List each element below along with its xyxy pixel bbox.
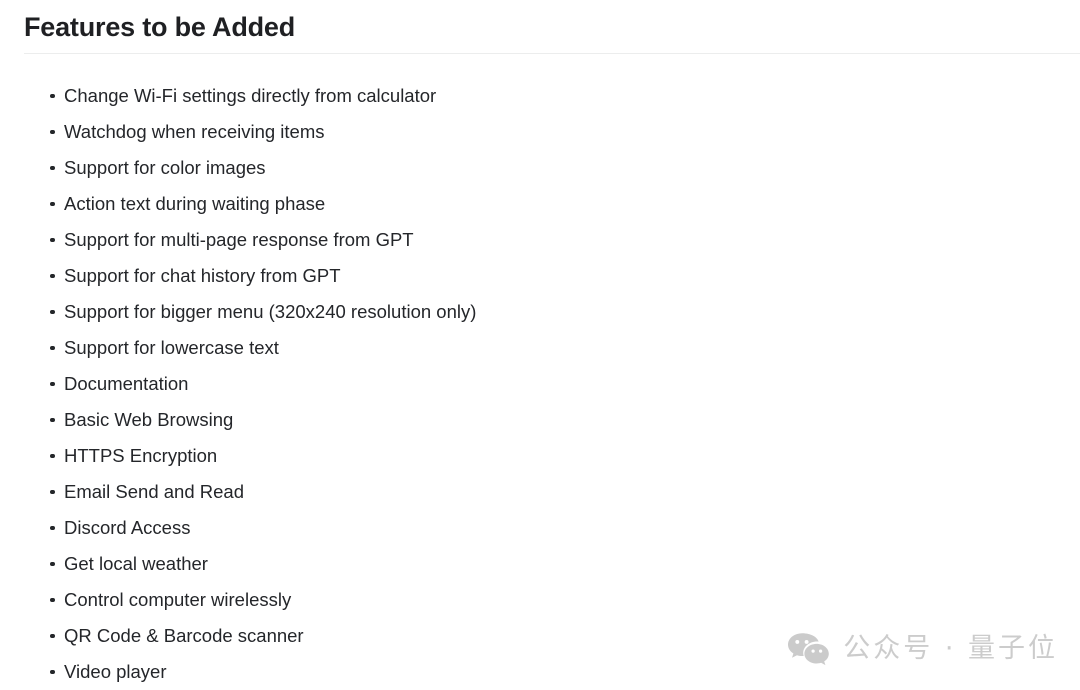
list-item-label: Support for chat history from GPT [64, 265, 341, 286]
list-item: Change Wi-Fi settings directly from calc… [0, 78, 1080, 114]
list-item: HTTPS Encryption [0, 438, 1080, 474]
list-item: Watchdog when receiving items [0, 114, 1080, 150]
list-item-label: Basic Web Browsing [64, 409, 234, 430]
title-divider [24, 53, 1080, 54]
list-item-label: QR Code & Barcode scanner [64, 625, 304, 646]
list-item-label: Get local weather [64, 553, 208, 574]
bullet-icon [50, 633, 55, 639]
bullet-icon [50, 381, 55, 387]
bullet-icon [50, 345, 55, 351]
list-item-label: HTTPS Encryption [64, 445, 218, 466]
list-item-label: Video player [64, 661, 167, 682]
list-item-label: Email Send and Read [64, 481, 244, 502]
page-root: Features to be Added Change Wi-Fi settin… [0, 0, 1080, 688]
bullet-icon [50, 417, 55, 423]
list-item-label: Support for multi-page response from GPT [64, 229, 414, 250]
list-item: Control computer wirelessly [0, 582, 1080, 618]
list-item: Support for color images [0, 150, 1080, 186]
list-item-label: Change Wi-Fi settings directly from calc… [64, 85, 437, 106]
list-item: Support for chat history from GPT [0, 258, 1080, 294]
bullet-icon [50, 93, 55, 99]
list-item-label: Watchdog when receiving items [64, 121, 325, 142]
bullet-icon [50, 165, 55, 171]
bullet-icon [50, 273, 55, 279]
list-item: Support for bigger menu (320x240 resolut… [0, 294, 1080, 330]
bullet-icon [50, 129, 55, 135]
bullet-icon [50, 201, 55, 207]
list-item: Video player [0, 654, 1080, 690]
bullet-icon [50, 237, 55, 243]
bullet-icon [50, 489, 55, 495]
bullet-icon [50, 597, 55, 603]
document-header: Features to be Added [0, 0, 1080, 54]
list-item: Discord Access [0, 510, 1080, 546]
list-item: Get local weather [0, 546, 1080, 582]
list-item-label: Control computer wirelessly [64, 589, 292, 610]
list-item-label: Discord Access [64, 517, 191, 538]
list-item: Email Send and Read [0, 474, 1080, 510]
list-item-label: Action text during waiting phase [64, 193, 326, 214]
list-item: QR Code & Barcode scanner [0, 618, 1080, 654]
list-item-label: Support for color images [64, 157, 266, 178]
bullet-icon [50, 453, 55, 459]
bullet-icon [50, 525, 55, 531]
list-item: Basic Web Browsing [0, 402, 1080, 438]
list-item: Documentation [0, 366, 1080, 402]
bullet-icon [50, 309, 55, 315]
list-item-label: Support for bigger menu (320x240 resolut… [64, 301, 477, 322]
features-list: Change Wi-Fi settings directly from calc… [0, 78, 1080, 690]
page-title: Features to be Added [24, 12, 296, 42]
list-item: Support for lowercase text [0, 330, 1080, 366]
bullet-icon [50, 669, 55, 675]
list-item-label: Support for lowercase text [64, 337, 279, 358]
list-item-label: Documentation [64, 373, 189, 394]
list-item: Action text during waiting phase [0, 186, 1080, 222]
list-item: Support for multi-page response from GPT [0, 222, 1080, 258]
bullet-icon [50, 561, 55, 567]
